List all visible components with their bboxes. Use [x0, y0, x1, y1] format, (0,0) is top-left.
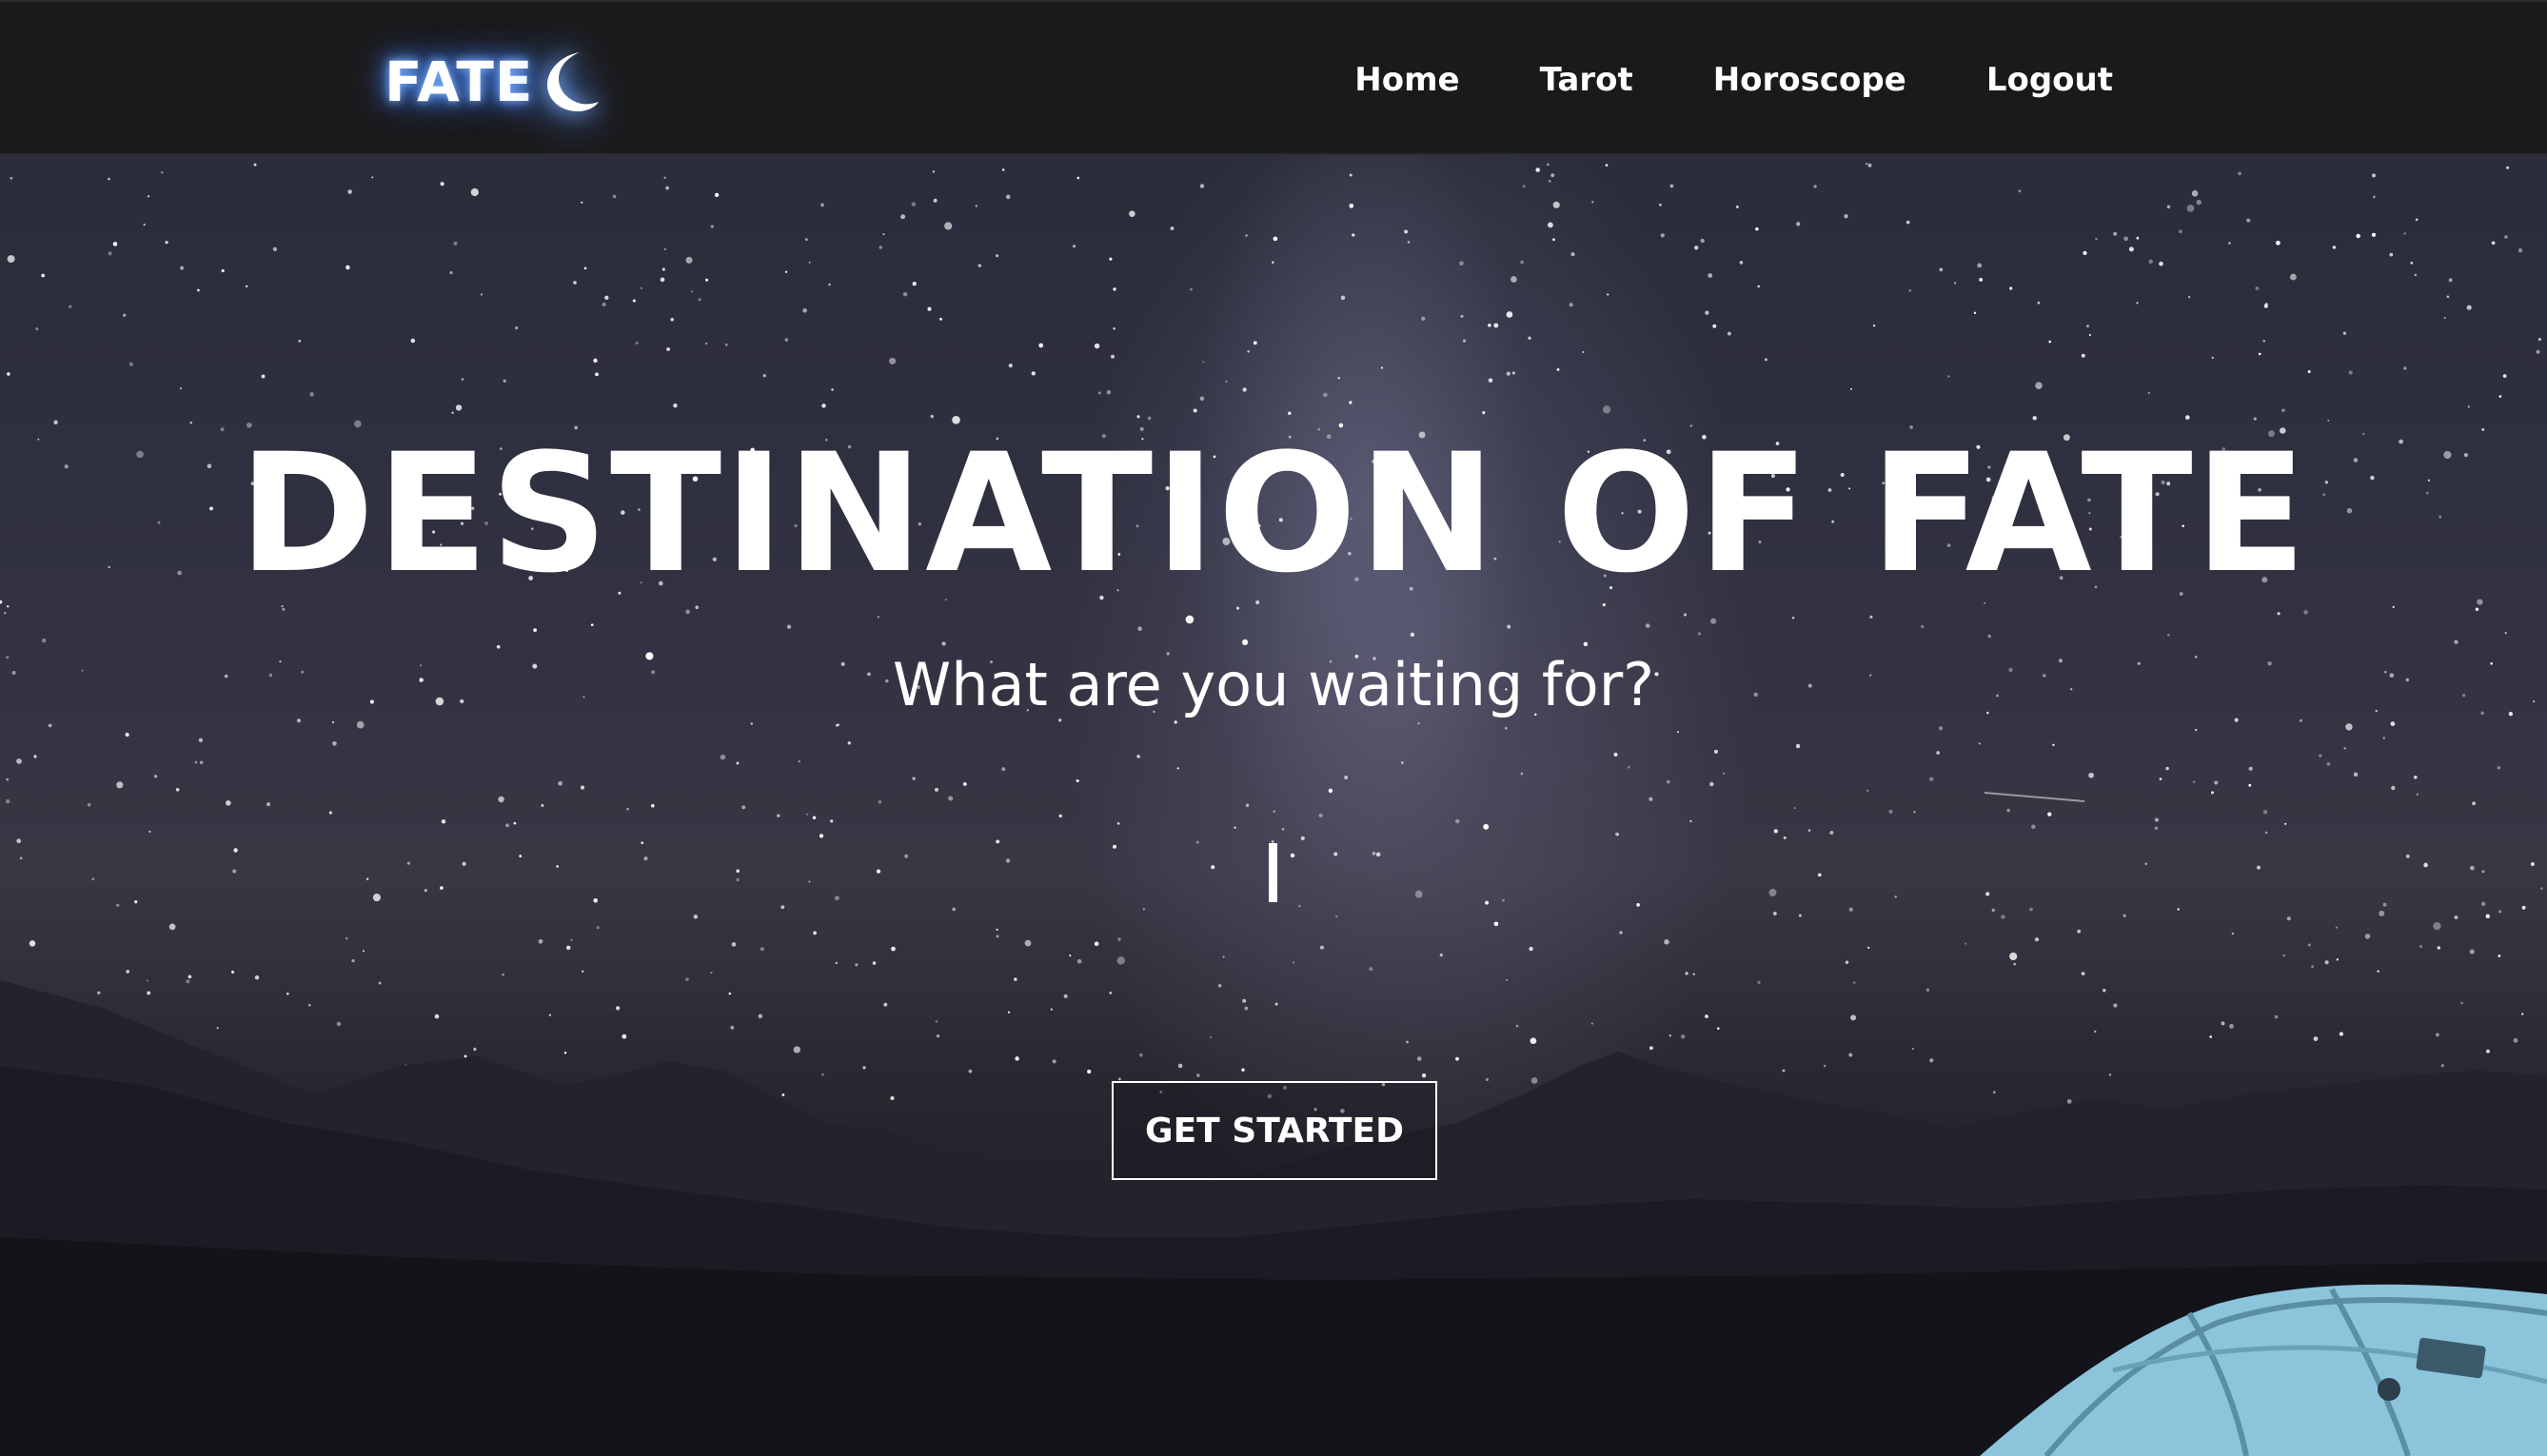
get-started-button[interactable]: GET STARTED — [1112, 1081, 1437, 1180]
top-navbar: FATE Home Tarot Horoscope Logout — [0, 0, 2547, 155]
hero-title: DESTINATION OF FATE — [238, 418, 2309, 609]
page: FATE Home Tarot Horoscope Logout DESTINA… — [0, 0, 2547, 1456]
nav-link-tarot[interactable]: Tarot — [1540, 61, 1633, 99]
nav-links: Home Tarot Horoscope Logout — [1354, 2, 2113, 157]
nav-link-home[interactable]: Home — [1354, 61, 1459, 99]
logo-text: FATE — [385, 49, 534, 114]
typing-cursor — [1269, 843, 1277, 902]
hero-subtitle: What are you waiting for? — [892, 650, 1655, 719]
tent-illustration — [1980, 1284, 2547, 1456]
nav-link-horoscope[interactable]: Horoscope — [1713, 61, 1906, 99]
logo[interactable]: FATE — [385, 44, 601, 120]
crescent-moon-icon — [546, 52, 599, 111]
nav-link-logout[interactable]: Logout — [1986, 61, 2113, 99]
